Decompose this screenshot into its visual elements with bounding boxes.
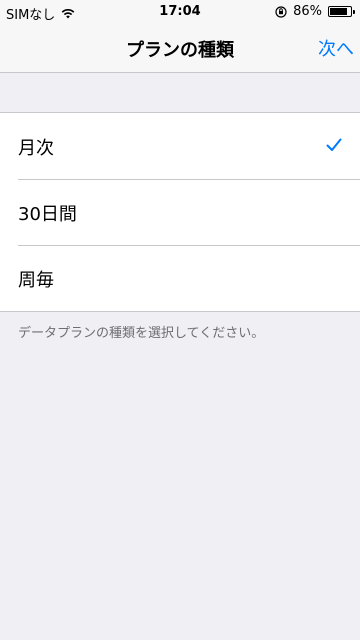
plan-option-monthly[interactable]: 月次: [0, 113, 360, 179]
battery-percent: 86%: [293, 4, 322, 19]
plan-option-label: 30日間: [18, 204, 77, 225]
orientation-lock-icon: [275, 5, 287, 18]
status-right: 86%: [275, 4, 355, 19]
plan-option-weekly[interactable]: 周毎: [0, 245, 360, 311]
navigation-bar: プランの種類 次へ: [0, 24, 360, 73]
checkmark-icon: [326, 138, 342, 151]
battery-fill: [330, 8, 348, 15]
next-button[interactable]: 次へ: [318, 35, 354, 61]
status-bar: SIMなし 17:04 86%: [0, 0, 360, 24]
plan-option-label: 月次: [18, 138, 54, 159]
battery-icon: [328, 6, 355, 17]
plan-option-label: 周毎: [18, 270, 54, 291]
battery-tip: [353, 10, 355, 14]
plan-type-list: 月次 30日間 周毎: [0, 112, 360, 312]
plan-type-footnote: データプランの種類を選択してください。: [18, 326, 265, 341]
plan-option-30-days[interactable]: 30日間: [0, 179, 360, 245]
page-title: プランの種類: [126, 40, 234, 61]
